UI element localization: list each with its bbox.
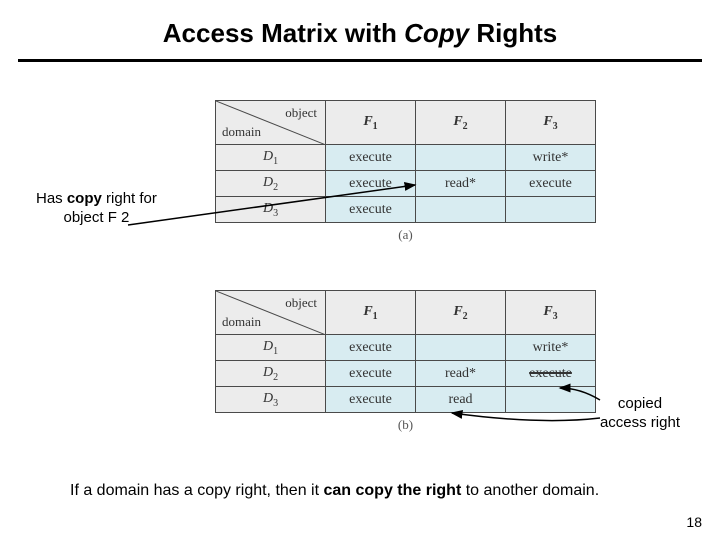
explanation-text: If a domain has a copy right, then it ca… (70, 482, 599, 500)
title-divider (18, 59, 702, 62)
cell: execute (326, 335, 416, 361)
cell (416, 335, 506, 361)
table-row: D2 execute read* execute (216, 361, 596, 387)
cell: write* (506, 335, 596, 361)
header-domain: domain (222, 314, 261, 330)
cell: execute (326, 197, 416, 223)
caption-a: (a) (215, 227, 596, 243)
table-row: D2 execute read* execute (216, 171, 596, 197)
header-object: object (285, 295, 317, 311)
cell (506, 197, 596, 223)
table-row: D3 execute (216, 197, 596, 223)
annotation-copy-right: Has copy right for object F 2 (36, 190, 157, 228)
caption-b: (b) (215, 417, 596, 433)
cell (416, 145, 506, 171)
cell: write* (506, 145, 596, 171)
title-emph: Copy (404, 18, 469, 48)
header-domain: domain (222, 124, 261, 140)
matrix-b: object domain F1 F2 F3 D1 execute write*… (215, 290, 596, 433)
cell: read* (416, 171, 506, 197)
cell (416, 197, 506, 223)
table-row: D1 execute write* (216, 335, 596, 361)
page-number: 18 (686, 514, 702, 530)
arrows-overlay (0, 0, 720, 540)
cell: execute (506, 171, 596, 197)
matrix-a: object domain F1 F2 F3 D1 execute write*… (215, 100, 596, 243)
cell: execute (326, 145, 416, 171)
cell: execute (326, 171, 416, 197)
title-post: Rights (469, 18, 557, 48)
slide-title: Access Matrix with Copy Rights (0, 0, 720, 59)
header-object: object (285, 105, 317, 121)
title-pre: Access Matrix with (163, 18, 404, 48)
annotation-copied-right: copied access right (600, 395, 680, 433)
cell: execute (326, 361, 416, 387)
table-row: D3 execute read (216, 387, 596, 413)
cell: execute (326, 387, 416, 413)
table-row: D1 execute write* (216, 145, 596, 171)
cell (506, 387, 596, 413)
cell: read* (416, 361, 506, 387)
cell-strikethrough: execute (506, 361, 596, 387)
cell: read (416, 387, 506, 413)
matrix-b-table: object domain F1 F2 F3 D1 execute write*… (215, 290, 596, 413)
matrix-a-table: object domain F1 F2 F3 D1 execute write*… (215, 100, 596, 223)
